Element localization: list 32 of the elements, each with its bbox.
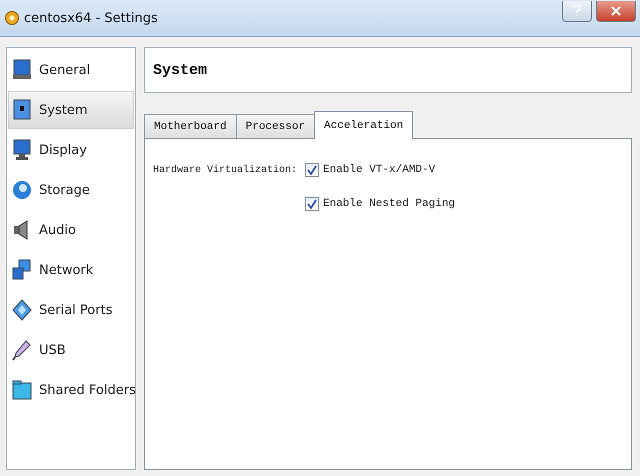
tab[interactable]: Acceleration [314, 111, 414, 139]
sidebar-item[interactable]: Network [8, 251, 134, 289]
sidebar-item[interactable]: USB [8, 331, 134, 369]
close-icon [611, 6, 621, 16]
sidebar-item[interactable]: Storage [8, 171, 134, 209]
field-label: Hardware Virtualization: [153, 164, 298, 176]
checkbox[interactable] [305, 197, 319, 211]
tab[interactable]: Motherboard [144, 114, 237, 139]
tab[interactable]: Processor [236, 114, 316, 139]
sidebar-item[interactable]: Audio [8, 211, 134, 249]
computer-icon [12, 59, 32, 81]
folder-icon [12, 379, 32, 401]
disc-icon [12, 179, 32, 201]
chip-icon [12, 99, 32, 121]
sidebar-item[interactable]: Display [8, 131, 134, 169]
diamond-icon [12, 299, 32, 321]
network-icon [12, 259, 32, 281]
page-title: System [153, 62, 208, 78]
sidebar-item[interactable]: System [8, 91, 134, 129]
sidebar-item[interactable]: Serial Ports [8, 291, 134, 329]
window-title: centosx64 - Settings [24, 10, 159, 26]
checkbox-label: Enable Nested Paging [323, 198, 456, 210]
close-button[interactable] [596, 0, 636, 22]
monitor-icon [12, 139, 32, 161]
usb-plug-icon [12, 339, 32, 361]
sidebar-item[interactable]: General [8, 51, 134, 89]
help-button[interactable] [562, 0, 592, 22]
checkbox[interactable] [305, 163, 319, 177]
gear-icon [4, 10, 20, 26]
checkbox-label: Enable VT-x/AMD-V [323, 164, 436, 176]
sidebar-item[interactable]: Shared Folders [8, 371, 134, 409]
help-icon [573, 4, 581, 16]
